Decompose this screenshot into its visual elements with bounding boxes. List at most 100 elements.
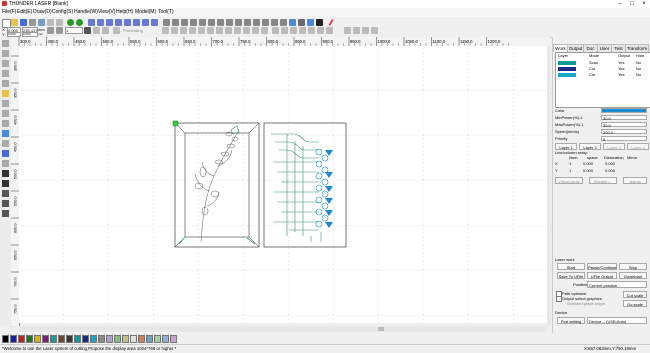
offset-icon[interactable]: [262, 19, 269, 26]
palette-swatch[interactable]: [162, 335, 169, 343]
process-up-icon[interactable]: [93, 27, 100, 34]
array-x-disl[interactable]: 0.000: [605, 161, 615, 166]
layer1-button[interactable]: Layer 1: [555, 143, 577, 150]
palette-swatch[interactable]: [170, 335, 177, 343]
gamepad-icon[interactable]: [316, 19, 323, 26]
view-all-icon[interactable]: [151, 19, 158, 26]
group-icon[interactable]: [163, 19, 170, 26]
pan-icon[interactable]: [133, 19, 140, 26]
smooth-icon[interactable]: [253, 19, 260, 26]
curve-tool-icon[interactable]: [2, 80, 9, 87]
tab-user[interactable]: User: [597, 44, 612, 52]
array-y-disl[interactable]: 0.000: [605, 168, 615, 173]
line-tool-icon[interactable]: [2, 60, 9, 67]
page-align-1-icon[interactable]: [272, 27, 279, 34]
adjust-button[interactable]: Adjust: [623, 177, 647, 184]
tab-work[interactable]: Work: [553, 44, 568, 52]
tab-transform[interactable]: Transform: [625, 44, 649, 52]
position-select[interactable]: Current position: [587, 281, 647, 288]
tab-doc[interactable]: Doc: [583, 44, 598, 52]
palette-swatch[interactable]: [114, 335, 121, 343]
prop-color-swatch[interactable]: [601, 108, 647, 113]
rotate-icon[interactable]: [208, 19, 215, 26]
layer3-button[interactable]: Layer 3: [603, 143, 625, 150]
start-button[interactable]: Start: [557, 263, 585, 270]
align-left-icon[interactable]: [162, 27, 169, 34]
ungroup-icon[interactable]: [172, 19, 179, 26]
align-center-v-icon[interactable]: [207, 27, 214, 34]
monitor-icon[interactable]: [289, 19, 296, 26]
dist-4-icon[interactable]: [371, 27, 378, 34]
zoom-fit-icon[interactable]: [106, 19, 113, 26]
undo-icon[interactable]: [47, 19, 54, 26]
menu-config[interactable]: Config(S): [52, 9, 73, 15]
horizontal-scrollbar[interactable]: [19, 326, 547, 332]
menu-model[interactable]: Model(M): [135, 9, 156, 15]
layer-output[interactable]: Yes: [618, 72, 625, 78]
align-center-h-icon[interactable]: [198, 27, 205, 34]
sort-icon[interactable]: [235, 19, 242, 26]
menu-view[interactable]: View(V): [98, 9, 115, 15]
maximize-button[interactable]: □: [626, 0, 638, 8]
align-center-icon[interactable]: [216, 27, 223, 34]
same-size-icon[interactable]: [243, 27, 250, 34]
node-edit-icon[interactable]: [2, 50, 9, 57]
palette-swatch[interactable]: [106, 335, 113, 343]
mirror-v-icon[interactable]: [199, 19, 206, 26]
ufile-output-button[interactable]: UFile Output: [587, 272, 617, 279]
process-down-icon[interactable]: [102, 27, 109, 34]
cut-scale-button[interactable]: Cut scale: [623, 291, 647, 298]
tab-output[interactable]: Output: [567, 44, 584, 52]
array-x-num[interactable]: 1: [569, 161, 571, 166]
align-bottom-icon[interactable]: [189, 27, 196, 34]
process-number-field[interactable]: 1: [65, 27, 83, 34]
page-align-4-icon[interactable]: [299, 27, 306, 34]
palette-swatch[interactable]: [2, 335, 9, 343]
device-select[interactable]: Device -- (USB:Auto): [587, 317, 647, 324]
star-tool-icon[interactable]: [2, 130, 9, 137]
selection-handle[interactable]: [172, 120, 179, 127]
page-align-7-icon[interactable]: [326, 27, 333, 34]
array-x-space[interactable]: 0.000: [583, 161, 593, 166]
layer-list[interactable]: Layer Mode Output Hide Scan Yes No Cut Y…: [555, 52, 650, 108]
page-align-3-icon[interactable]: [290, 27, 297, 34]
zoom-in-icon[interactable]: [88, 19, 95, 26]
text-tool-icon[interactable]: [2, 110, 9, 117]
virtual-array-button[interactable]: Virtual array: [555, 177, 583, 184]
drawing-canvas[interactable]: [19, 46, 547, 323]
dist-3-icon[interactable]: [362, 27, 369, 34]
same-width-icon[interactable]: [225, 27, 232, 34]
stop-button[interactable]: Stop: [619, 263, 647, 270]
rectangle-tool-icon[interactable]: [2, 90, 9, 97]
palette-swatch[interactable]: [98, 335, 105, 343]
menu-file[interactable]: File(F): [2, 9, 16, 15]
grid-tool-icon[interactable]: [2, 150, 9, 157]
palette-swatch[interactable]: [34, 335, 41, 343]
import-icon[interactable]: [29, 19, 36, 26]
menu-help[interactable]: Help(H): [116, 9, 133, 15]
layout-icon[interactable]: [226, 19, 233, 26]
menu-draw[interactable]: Draw(D): [33, 9, 52, 15]
palette-swatch[interactable]: [154, 335, 161, 343]
hscroll-thumb[interactable]: [378, 327, 384, 331]
palette-swatch[interactable]: [82, 335, 89, 343]
trim-icon[interactable]: [271, 19, 278, 26]
palette-swatch[interactable]: [66, 335, 73, 343]
barcode-tool-icon[interactable]: [2, 190, 9, 197]
palette-swatch[interactable]: [146, 335, 153, 343]
process-order-icon[interactable]: [84, 27, 91, 34]
page-align-2-icon[interactable]: [281, 27, 288, 34]
vertical-scrollbar[interactable]: [547, 46, 551, 326]
palette-swatch[interactable]: [58, 335, 65, 343]
matrix-tool-icon[interactable]: [2, 210, 9, 217]
layer2-button[interactable]: Layer 2: [579, 143, 601, 150]
zoom-page-icon[interactable]: [124, 19, 131, 26]
prop-priority-field[interactable]: 0: [601, 136, 647, 142]
lock-ratio-icon[interactable]: [47, 27, 54, 34]
palette-swatch[interactable]: [90, 335, 97, 343]
palette-swatch[interactable]: [10, 335, 17, 343]
dist-1-icon[interactable]: [344, 27, 351, 34]
size-apply-icon[interactable]: [56, 27, 63, 34]
prop-speed-field[interactable]: 100.0: [601, 129, 647, 135]
dot-tool-icon[interactable]: [2, 120, 9, 127]
